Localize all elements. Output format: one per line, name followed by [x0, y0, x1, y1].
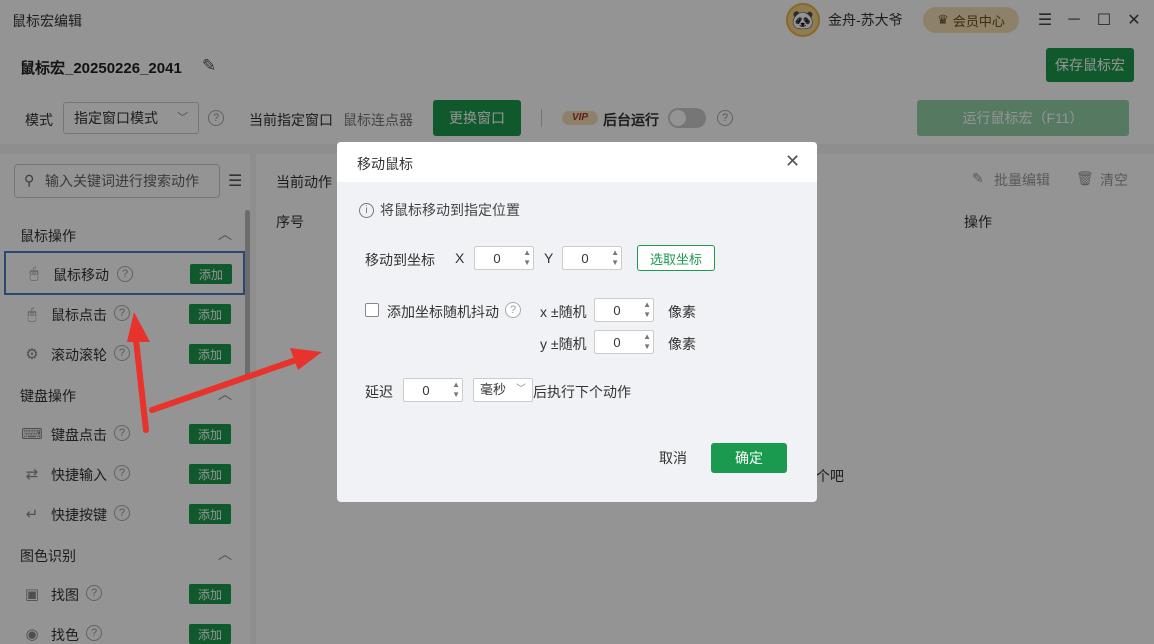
app-window: 鼠标宏编辑 🐼 金舟-苏大爷 ♛ 会员中心 ☰ ─ ☐ ✕ 鼠标宏_202502… — [0, 0, 1154, 644]
jitter-checkbox[interactable] — [365, 303, 379, 317]
cancel-button[interactable]: 取消 — [647, 443, 699, 473]
stepper-arrows-icon[interactable]: ▲ ▼ — [643, 300, 651, 320]
pixel-unit-label: 像素 — [668, 304, 696, 320]
jitter-label: 添加坐标随机抖动 — [387, 304, 499, 320]
delay-unit-select[interactable]: 毫秒 ﹀ — [473, 378, 533, 402]
dialog-header: 移动鼠标 ✕ — [337, 142, 817, 182]
x-jitter-input[interactable]: ▲▼ — [594, 298, 654, 322]
y-jitter-input[interactable]: ▲▼ — [594, 330, 654, 354]
after-delay-label: 后执行下个动作 — [533, 384, 631, 400]
x-label: X — [455, 250, 465, 266]
move-to-label: 移动到坐标 — [365, 252, 435, 268]
stepper-arrows-icon[interactable]: ▲ ▼ — [452, 380, 460, 400]
move-mouse-dialog: 移动鼠标 ✕ i 将鼠标移动到指定位置 移动到坐标 X ▲▼ Y ▲▼ 选取坐标… — [337, 142, 817, 502]
pixel-unit-label: 像素 — [668, 336, 696, 352]
delay-unit-value: 毫秒 — [480, 382, 507, 397]
dialog-title: 移动鼠标 — [357, 156, 413, 172]
info-text: 将鼠标移动到指定位置 — [380, 202, 520, 218]
x-coordinate-input[interactable]: ▲▼ — [474, 246, 534, 270]
delay-input[interactable]: ▲▼ — [403, 378, 463, 402]
close-icon[interactable]: ✕ — [785, 151, 800, 172]
info-icon: i — [359, 202, 374, 218]
y-coordinate-input[interactable]: ▲▼ — [562, 246, 622, 270]
pick-coordinate-button[interactable]: 选取坐标 — [637, 245, 715, 271]
dialog-info: i 将鼠标移动到指定位置 — [359, 200, 520, 220]
help-icon[interactable]: ? — [505, 302, 521, 318]
y-label: Y — [544, 250, 554, 266]
confirm-button[interactable]: 确定 — [711, 443, 787, 473]
y-jitter-label: y ±随机 — [540, 336, 587, 352]
stepper-arrows-icon[interactable]: ▲ ▼ — [643, 332, 651, 352]
chevron-down-icon: ﹀ — [516, 384, 526, 395]
stepper-arrows-icon[interactable]: ▲ ▼ — [523, 248, 531, 268]
x-jitter-label: x ±随机 — [540, 304, 587, 320]
stepper-arrows-icon[interactable]: ▲ ▼ — [611, 248, 619, 268]
delay-label: 延迟 — [365, 384, 393, 400]
